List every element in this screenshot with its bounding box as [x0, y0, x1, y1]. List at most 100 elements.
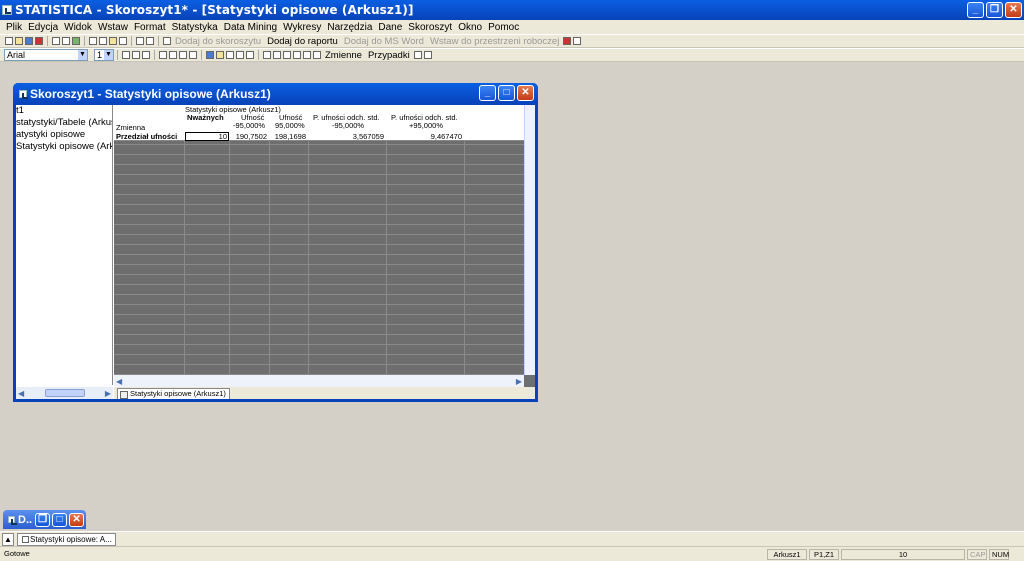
min-close-button[interactable]: ✕	[69, 512, 85, 527]
font-size-select[interactable]: 1 ▼	[94, 49, 114, 61]
cell-sd-high[interactable]: 9,467470	[387, 133, 462, 141]
scroll-right-icon[interactable]: ▶	[105, 389, 111, 398]
tree-item[interactable]: atystyki opisowe	[16, 129, 112, 141]
new-icon[interactable]	[5, 37, 13, 45]
sort-icon[interactable]	[273, 51, 281, 59]
help-icon[interactable]	[573, 37, 582, 45]
fill-color-icon[interactable]	[216, 51, 224, 59]
spellcheck-icon[interactable]	[72, 37, 80, 45]
format-painter-icon[interactable]	[119, 37, 127, 45]
insert-col-icon[interactable]	[293, 51, 301, 59]
status-num: NUM	[989, 549, 1009, 560]
sheet-vscrollbar[interactable]	[524, 105, 535, 375]
menu-data-mining[interactable]: Data Mining	[224, 22, 277, 33]
tree-item[interactable]: t1	[16, 105, 112, 117]
align-center-icon[interactable]	[169, 51, 177, 59]
menu-help[interactable]: Pomoc	[488, 22, 519, 33]
width-icon[interactable]	[313, 51, 321, 59]
delete-icon[interactable]	[303, 51, 311, 59]
italic-icon[interactable]	[132, 51, 140, 59]
child-maximize-button[interactable]: □	[498, 85, 515, 101]
align-right-icon[interactable]	[179, 51, 187, 59]
cases-menu[interactable]: Przypadki	[368, 50, 410, 61]
align-left-icon[interactable]	[159, 51, 167, 59]
copy-icon[interactable]	[99, 37, 107, 45]
insert-row-icon[interactable]	[283, 51, 291, 59]
scroll-thumb[interactable]	[44, 389, 85, 397]
menu-view[interactable]: Widok	[64, 22, 92, 33]
bold-icon[interactable]	[122, 51, 130, 59]
tree-item[interactable]: statystyki/Tabele (Arkusz	[16, 117, 112, 129]
sheet-hscrollbar[interactable]: ◀ ▶	[114, 375, 524, 387]
min-maximize-button[interactable]: □	[52, 512, 68, 527]
menu-window[interactable]: Okno	[458, 22, 482, 33]
cell-conf-high[interactable]: 198,1698	[270, 133, 306, 141]
menu-insert[interactable]: Wstaw	[98, 22, 128, 33]
minimized-window[interactable]: D.. ❐ □ ✕	[3, 510, 86, 529]
menu-format[interactable]: Format	[134, 22, 166, 33]
tree-hscrollbar[interactable]: ◀ ▶	[16, 387, 113, 399]
scroll-left-icon[interactable]: ◀	[18, 389, 24, 398]
spreadsheet[interactable]: Statystyki opisowe (Arkusz1) Zmienna Nwa…	[114, 105, 535, 387]
taskbar-up-icon[interactable]: ▲	[2, 532, 14, 546]
row-label[interactable]: Przedział ufności	[116, 133, 177, 141]
format-toolbar: Arial ▼ 1 ▼ Zmienne Przypadki	[0, 48, 1024, 62]
print-icon[interactable]	[52, 37, 60, 45]
save-icon[interactable]	[25, 37, 33, 45]
menu-edit[interactable]: Edycja	[28, 22, 58, 33]
workbook-tree[interactable]: t1 statystyki/Tabele (Arkusz atystyki op…	[16, 105, 113, 385]
menu-graphs[interactable]: Wykresy	[283, 22, 321, 33]
close-button[interactable]: ✕	[1005, 2, 1022, 18]
add-to-workbook-button[interactable]: Dodaj do skoroszytu	[175, 36, 261, 47]
tree-item[interactable]: Statystyki opisowe (Arkusz	[16, 141, 112, 153]
workbook-icon[interactable]	[19, 90, 28, 99]
undo-icon[interactable]	[136, 37, 144, 45]
font-name-value: Arial	[7, 50, 26, 60]
pointer-icon[interactable]	[236, 51, 244, 59]
app-titlebar: STATISTICA - Skoroszyt1* - [Statystyki o…	[0, 0, 1024, 20]
statistica-app-icon[interactable]	[2, 5, 12, 15]
menu-data[interactable]: Dane	[378, 22, 402, 33]
min-restore-button[interactable]: ❐	[35, 512, 51, 527]
menu-statistics[interactable]: Statystyka	[172, 22, 218, 33]
status-bar: Gotowe Arkusz1 P1,Z1 10 CAP NUM	[0, 546, 1024, 561]
sheet-tab[interactable]: Statystyki opisowe (Arkusz1)	[117, 388, 230, 399]
scroll-left-icon[interactable]: ◀	[116, 377, 122, 386]
restore-button[interactable]: ❐	[986, 2, 1003, 18]
print-preview-icon[interactable]	[62, 37, 70, 45]
scroll-right-icon[interactable]: ▶	[516, 377, 522, 386]
redo-icon[interactable]	[146, 37, 154, 45]
status-cell: P1,Z1	[809, 549, 839, 560]
variables-menu[interactable]: Zmienne	[325, 50, 362, 61]
add-to-report-button[interactable]: Dodaj do raportu	[267, 36, 338, 47]
taskbar-item[interactable]: Statystyki opisowe: A...	[17, 532, 116, 546]
decimal-icon[interactable]	[263, 51, 271, 59]
add-to-msword-button[interactable]: Dodaj do MS Word	[344, 36, 424, 47]
grid2-icon[interactable]	[423, 51, 432, 59]
child-minimize-button[interactable]: _	[479, 85, 496, 101]
font-name-select[interactable]: Arial ▼	[4, 49, 88, 61]
table-icon[interactable]	[246, 51, 254, 59]
cell-conf-low[interactable]: 190,7502	[230, 133, 267, 141]
menu-file[interactable]: Plik	[6, 22, 22, 33]
cut-icon[interactable]	[89, 37, 97, 45]
merge-icon[interactable]	[189, 51, 197, 59]
workbook-title: Skoroszyt1 - Statystyki opisowe (Arkusz1…	[30, 87, 271, 101]
child-close-button[interactable]: ✕	[517, 85, 534, 101]
cell-n-valid[interactable]: 10	[185, 132, 229, 141]
status-sheet: Arkusz1	[767, 549, 807, 560]
paste-icon[interactable]	[109, 37, 117, 45]
options-icon[interactable]	[563, 37, 572, 45]
insert-workspace-button[interactable]: Wstaw do przestrzeni roboczej	[430, 36, 559, 47]
underline-icon[interactable]	[142, 51, 150, 59]
cell-sd-low[interactable]: 3,567059	[309, 133, 384, 141]
open-icon[interactable]	[15, 37, 23, 45]
grid-icon[interactable]	[413, 51, 422, 59]
pdf-icon[interactable]	[35, 37, 43, 45]
borders-icon[interactable]	[226, 51, 234, 59]
font-color-icon[interactable]	[206, 51, 214, 59]
menu-tools[interactable]: Narzędzia	[327, 22, 372, 33]
minimize-button[interactable]: _	[967, 2, 984, 18]
find-icon[interactable]	[163, 37, 171, 45]
menu-workbook[interactable]: Skoroszyt	[408, 22, 452, 33]
